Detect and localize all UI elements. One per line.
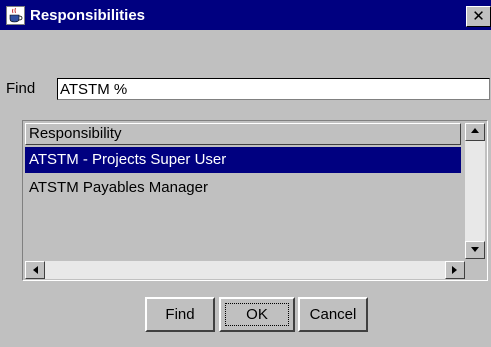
scroll-up-button[interactable]	[465, 123, 485, 141]
window-title: Responsibilities	[30, 7, 146, 24]
cancel-button[interactable]: Cancel	[298, 297, 368, 332]
list-rows: ATSTM - Projects Super User ATSTM Payabl…	[25, 147, 461, 259]
arrow-up-icon	[471, 128, 479, 133]
scroll-down-button[interactable]	[465, 241, 485, 259]
java-cup-icon	[6, 6, 25, 25]
arrow-right-icon	[452, 266, 457, 274]
close-button[interactable]: ✕	[466, 6, 491, 27]
arrow-left-icon	[33, 266, 38, 274]
responsibility-list: Responsibility ATSTM - Projects Super Us…	[22, 120, 488, 281]
scroll-corner	[465, 261, 485, 279]
horizontal-scrollbar[interactable]	[25, 261, 465, 279]
title-bar: Responsibilities ✕	[0, 0, 491, 30]
column-header-responsibility[interactable]: Responsibility	[25, 123, 461, 145]
find-input[interactable]	[57, 78, 490, 100]
arrow-down-icon	[471, 247, 479, 252]
find-label: Find	[6, 80, 36, 97]
find-button[interactable]: Find	[145, 297, 215, 332]
scroll-left-button[interactable]	[25, 261, 45, 279]
ok-button[interactable]: OK	[219, 297, 295, 332]
list-item[interactable]: ATSTM Payables Manager	[25, 175, 461, 201]
vertical-scrollbar[interactable]	[465, 123, 485, 259]
scroll-right-button[interactable]	[445, 261, 465, 279]
list-item[interactable]: ATSTM - Projects Super User	[25, 147, 461, 173]
